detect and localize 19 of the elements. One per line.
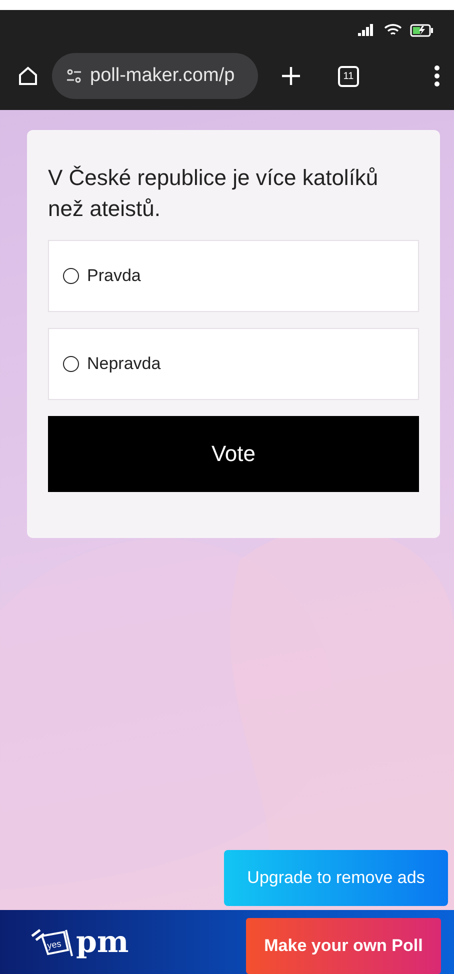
- radio-button[interactable]: [63, 356, 79, 372]
- signal-icon: [358, 24, 376, 36]
- url-field[interactable]: poll-maker.com/p: [52, 53, 258, 99]
- poll-option[interactable]: Nepravda: [48, 328, 419, 400]
- site-settings-icon[interactable]: [66, 69, 82, 83]
- make-poll-button[interactable]: Make your own Poll: [246, 918, 441, 974]
- battery-charging-icon: [410, 24, 434, 36]
- new-tab-icon[interactable]: [280, 65, 302, 87]
- radio-button[interactable]: [63, 268, 79, 284]
- option-label: Pravda: [87, 266, 141, 286]
- poll-option[interactable]: Pravda: [48, 240, 419, 312]
- wifi-icon: [384, 23, 402, 37]
- home-icon[interactable]: [16, 64, 40, 88]
- menu-icon[interactable]: [434, 65, 440, 87]
- vote-button[interactable]: Vote: [48, 416, 419, 492]
- poll-question: V České republice je více katolíků než ateistů.: [48, 164, 380, 223]
- tab-count-button[interactable]: 11: [338, 66, 359, 86]
- option-label: Nepravda: [87, 354, 161, 374]
- logo-text: pm: [76, 924, 129, 960]
